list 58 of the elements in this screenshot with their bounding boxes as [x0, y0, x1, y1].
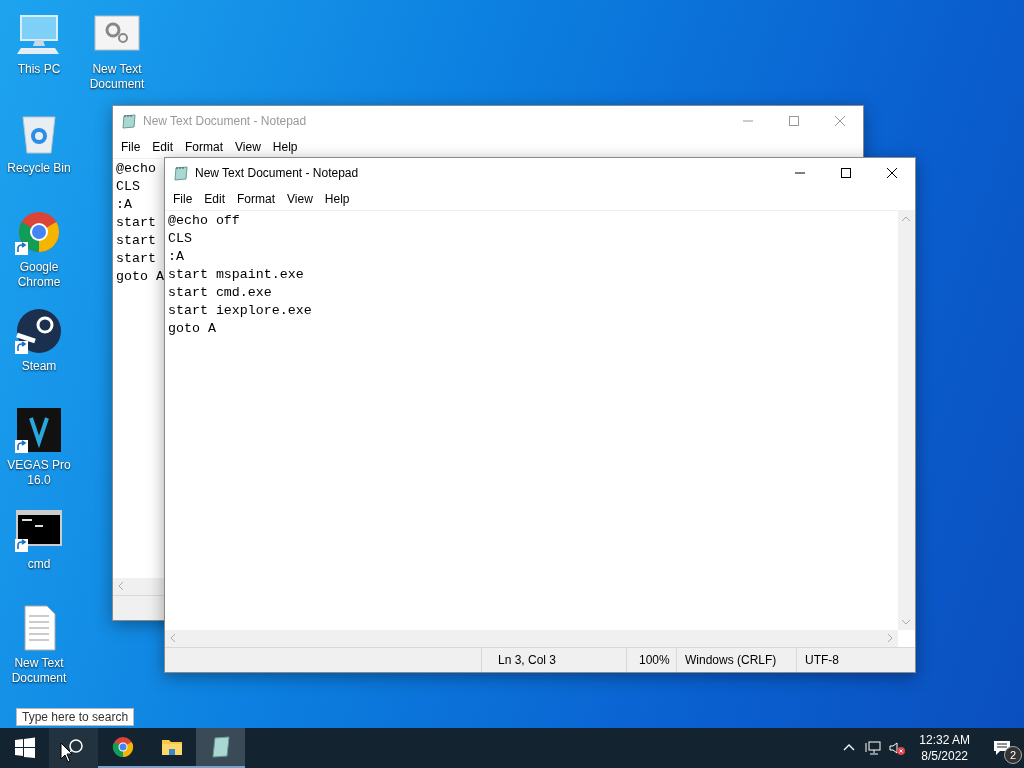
icon-label: New Text Document	[10, 656, 68, 686]
menu-item[interactable]: File	[115, 140, 147, 154]
mouse-cursor-icon	[60, 742, 74, 764]
icon-label: cmd	[26, 557, 52, 572]
network-icon[interactable]	[864, 740, 883, 756]
menu-item[interactable]: View	[229, 140, 267, 154]
text-line: CLS	[168, 230, 192, 248]
window-title: New Text Document - Notepad	[143, 114, 308, 128]
menu-item[interactable]: Help	[318, 192, 356, 206]
status-text: Windows (CRLF)	[676, 648, 796, 672]
menu-item[interactable]: View	[281, 192, 319, 206]
icon-label: Steam	[20, 359, 58, 374]
chrome-icon	[110, 735, 135, 759]
close-icon	[834, 115, 846, 127]
notepad-icon	[173, 165, 189, 181]
text-line: CLS	[116, 178, 140, 196]
clock-date[interactable]: 8/5/2022	[921, 748, 968, 764]
text-line: goto A	[116, 268, 164, 286]
notepad-taskbar-icon[interactable]	[196, 728, 245, 768]
icon-label: Google Chrome	[16, 260, 62, 290]
text-line: @echo	[116, 160, 156, 178]
steam-icon[interactable]	[15, 307, 63, 355]
text-line: start mspaint.exe	[168, 266, 304, 284]
menu-item[interactable]: Help	[266, 140, 304, 154]
text-line: start	[116, 214, 156, 232]
text-line: @echo off	[168, 212, 240, 230]
text-line: start cmd.exe	[168, 284, 272, 302]
clock-time[interactable]: 12:32 AM	[919, 732, 970, 748]
tooltip: Type here to search	[16, 708, 135, 726]
text-line: :A	[116, 196, 132, 214]
icon-label: VEGAS Pro 16.0	[6, 458, 72, 488]
speaker-muted-icon[interactable]	[888, 740, 907, 756]
menu-item[interactable]: Format	[179, 140, 230, 154]
notepad-icon	[121, 113, 137, 129]
app-logo-icon[interactable]	[15, 406, 63, 454]
text-line: goto A	[168, 320, 216, 338]
menu-item[interactable]: Format	[231, 192, 282, 206]
close-icon	[886, 167, 898, 179]
text-line: start iexplore.exe	[168, 302, 312, 320]
status-text: Ln 3, Col 3	[481, 648, 626, 672]
windows-logo-icon	[12, 736, 37, 760]
search-button[interactable]	[49, 728, 98, 768]
icon-label: Recycle Bin	[6, 161, 72, 176]
notification-button[interactable]: 2	[980, 728, 1024, 768]
maximize-icon	[788, 115, 800, 127]
status-text: 100%	[626, 648, 676, 672]
maximize-icon	[840, 167, 852, 179]
notification-count: 2	[1004, 746, 1022, 764]
status-text: UTF-8	[796, 648, 901, 672]
text-line: start	[116, 250, 156, 268]
menu-item[interactable]: Edit	[146, 140, 180, 154]
text-line: :A	[168, 248, 184, 266]
menu-item[interactable]: Edit	[198, 192, 232, 206]
text-line: start	[116, 232, 156, 250]
icon-label: New Text Document	[88, 62, 146, 92]
icon-label: This PC	[16, 62, 62, 77]
window-title: New Text Document - Notepad	[195, 166, 360, 180]
menu-item[interactable]: File	[167, 192, 199, 206]
